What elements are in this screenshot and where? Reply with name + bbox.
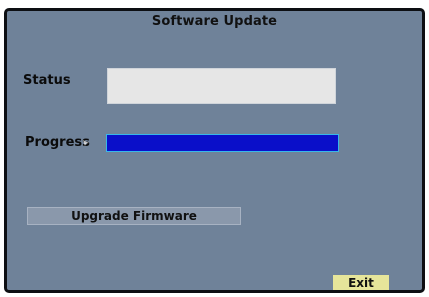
status-label: Status xyxy=(23,73,71,88)
window-title: Software Update xyxy=(151,14,278,29)
upgrade-firmware-button[interactable]: Upgrade Firmware xyxy=(27,207,241,225)
progress-label: Progress xyxy=(25,135,90,150)
mouse-cursor-icon xyxy=(83,140,89,146)
software-update-window: Software Update Status Progress Upgrade … xyxy=(4,8,425,293)
exit-button[interactable]: Exit xyxy=(333,275,389,290)
status-field xyxy=(107,68,336,104)
progress-fill xyxy=(107,135,338,151)
progress-bar xyxy=(106,134,339,152)
